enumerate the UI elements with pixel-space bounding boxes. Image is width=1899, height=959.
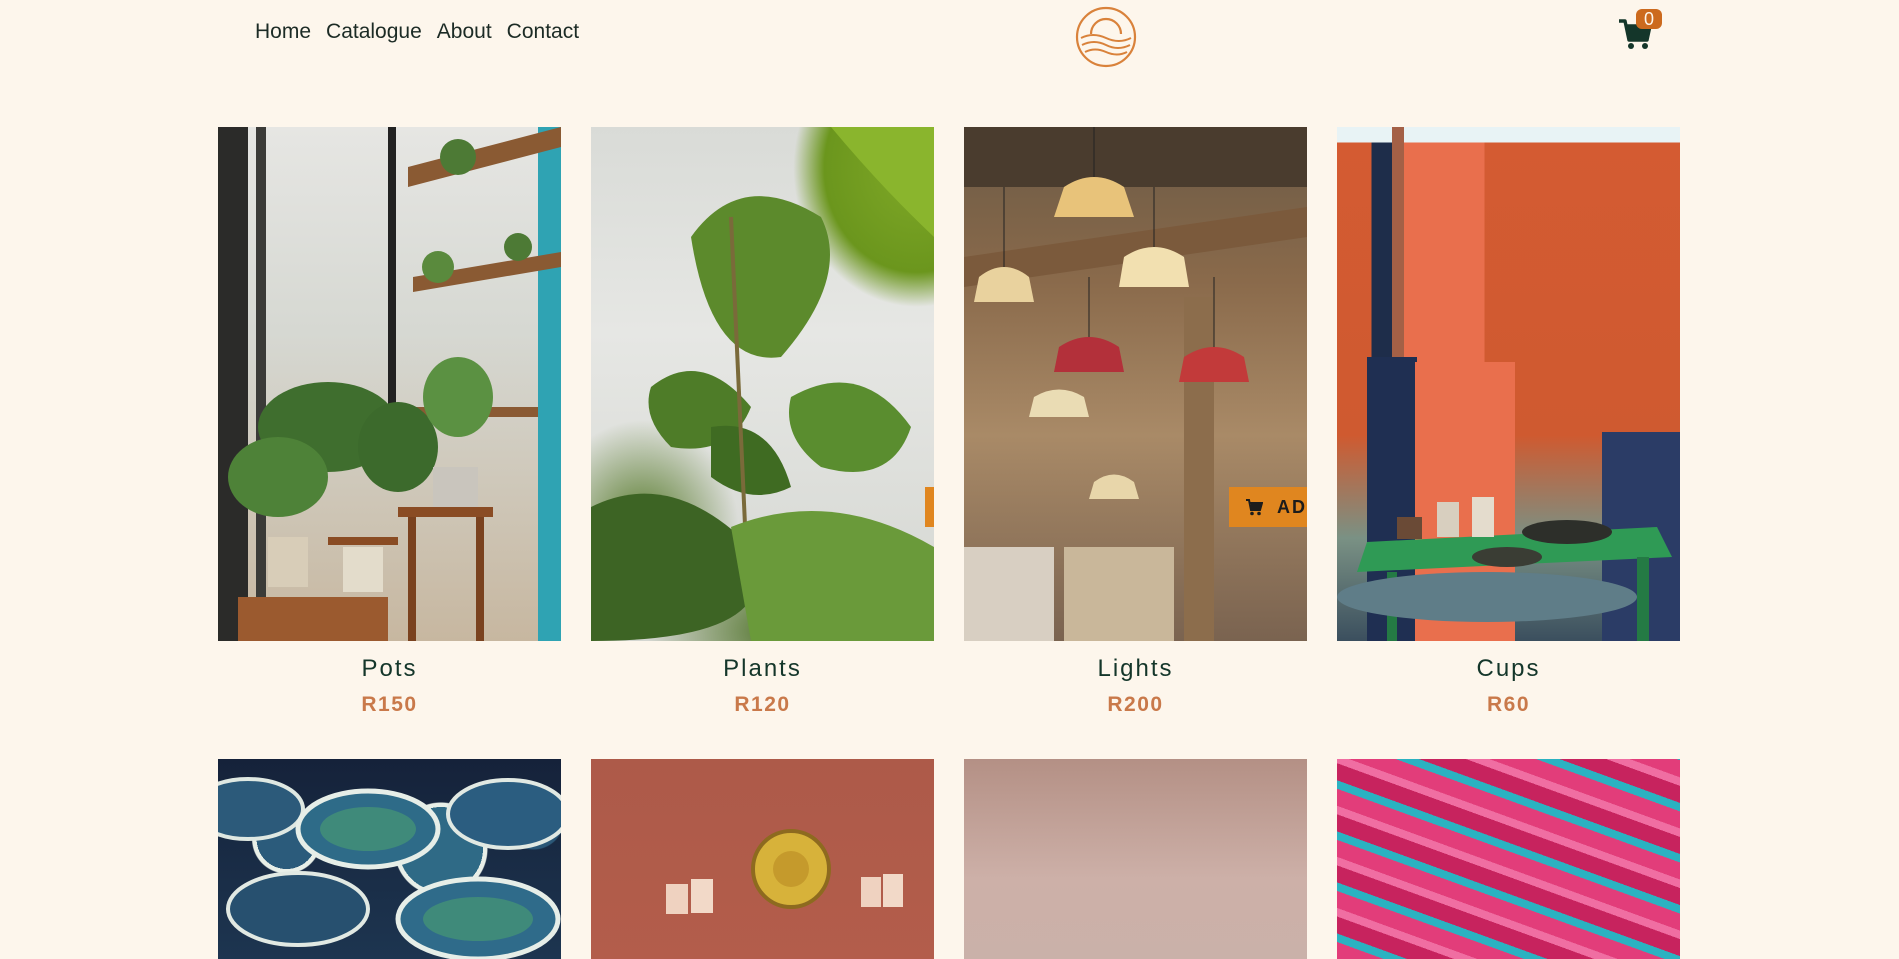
product-card-textiles[interactable] (1337, 759, 1680, 959)
product-name: Plants (723, 655, 802, 682)
cart-count-badge: 0 (1636, 9, 1662, 29)
add-to-cart-button-plants[interactable] (925, 487, 934, 527)
product-card-decor[interactable] (591, 759, 934, 959)
add-to-cart-label: AD (1277, 496, 1307, 517)
product-image-bowls[interactable] (218, 759, 561, 959)
product-image-decor[interactable] (591, 759, 934, 959)
sun-waves-logo[interactable] (1075, 6, 1137, 68)
product-grid-row-2 (218, 759, 1681, 959)
product-grid: Pots R150 Plants R120 AD Lights R200 Cup… (218, 127, 1681, 717)
product-price: R60 (1486, 693, 1531, 716)
product-card-plants[interactable]: Plants R120 (591, 127, 934, 717)
product-card-blank[interactable] (964, 759, 1307, 959)
product-name: Pots (361, 655, 418, 682)
fig-leaf-illustration (591, 127, 934, 641)
nav-home-link[interactable]: Home (255, 20, 311, 44)
cart-icon (1246, 499, 1263, 516)
product-card-pots[interactable]: Pots R150 (218, 127, 561, 717)
product-image-textiles[interactable] (1337, 759, 1680, 959)
product-card-lights[interactable]: AD Lights R200 (964, 127, 1307, 717)
nav-contact-link[interactable]: Contact (507, 20, 579, 44)
product-name: Lights (1097, 655, 1174, 682)
plant-shop-illustration (218, 127, 561, 641)
product-card-bowls[interactable] (218, 759, 561, 959)
nav-about-link[interactable]: About (437, 20, 492, 44)
product-price: R120 (734, 693, 791, 716)
table-cups-illustration (1337, 127, 1680, 641)
hanging-lamps-illustration (964, 127, 1307, 641)
wall-decor-illustration (666, 829, 903, 914)
product-name: Cups (1476, 655, 1541, 682)
product-price: R150 (361, 693, 418, 716)
product-image-blank[interactable] (964, 759, 1307, 959)
product-card-cups[interactable]: Cups R60 (1337, 127, 1680, 717)
bowls-illustration (218, 777, 561, 959)
product-image-pots[interactable] (218, 127, 561, 641)
product-image-cups[interactable] (1337, 127, 1680, 641)
main-nav: Home Catalogue About Contact (255, 20, 579, 44)
product-price: R200 (1107, 693, 1164, 716)
product-image-plants[interactable] (591, 127, 934, 641)
add-to-cart-button-lights[interactable]: AD (1229, 487, 1307, 527)
product-image-lights[interactable]: AD (964, 127, 1307, 641)
nav-catalogue-link[interactable]: Catalogue (326, 20, 422, 44)
